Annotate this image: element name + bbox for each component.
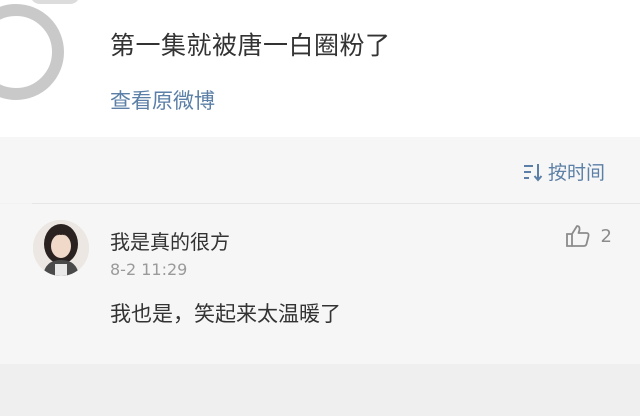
commenter-username[interactable]: 我是真的很方 [110,226,230,255]
sort-by-time-button[interactable]: 按时间 [522,158,605,185]
previous-avatar-edge [30,0,80,4]
view-original-link[interactable]: 查看原微博 [110,85,215,115]
commenter-avatar[interactable] [33,220,89,276]
like-button[interactable]: 2 [565,224,612,248]
comment-text: 我也是，笑起来太温暖了 [110,302,341,326]
poster-avatar[interactable] [0,4,64,100]
thumbs-up-icon [565,225,590,247]
sort-icon [523,163,543,182]
sort-label: 按时间 [547,162,605,184]
sort-bar: 按时间 [0,137,640,203]
post-text: 第一集就被唐一白圈粉了 [110,31,391,60]
comment-item: 我是真的很方 8-2 11:29 我也是，笑起来太温暖了 2 [0,204,640,364]
like-count: 2 [600,225,612,247]
post-card: 第一集就被唐一白圈粉了 查看原微博 [0,0,640,137]
commenter-avatar-image [33,220,89,276]
bottom-area [0,364,640,416]
comment-timestamp: 8-2 11:29 [110,260,188,279]
